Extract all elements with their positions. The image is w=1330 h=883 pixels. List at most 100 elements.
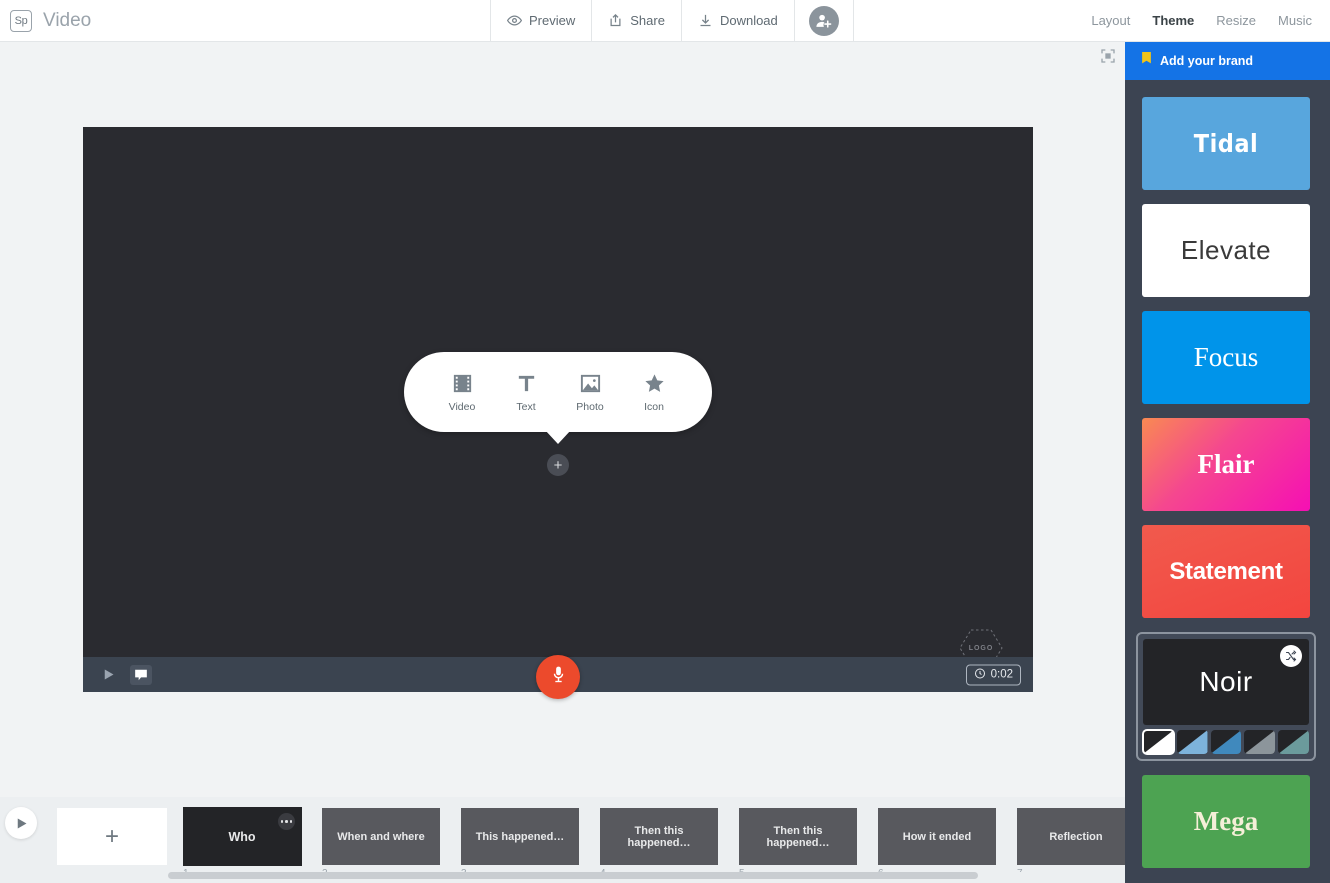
theme-panel: Add your brand Tidal Elevate Focus Flair… <box>1125 42 1330 883</box>
theme-card-statement[interactable]: Statement <box>1142 525 1310 618</box>
swatch-3[interactable] <box>1244 730 1276 754</box>
slide-thumbnail-3[interactable]: This happened… 3 <box>461 808 579 879</box>
add-person-icon <box>808 5 839 36</box>
swatch-0[interactable] <box>1142 729 1175 755</box>
download-icon <box>698 13 713 28</box>
theme-card-noir[interactable]: Noir <box>1143 639 1309 725</box>
add-text-label: Text <box>516 401 536 413</box>
film-strip-icon <box>451 371 474 395</box>
slide-thumbnail-7[interactable]: Reflection 7 <box>1017 808 1125 879</box>
tab-theme[interactable]: Theme <box>1152 13 1194 28</box>
microphone-icon <box>549 665 568 689</box>
slide-thumb-image-2: When and where <box>322 808 440 865</box>
tab-music[interactable]: Music <box>1278 13 1312 28</box>
slides-scrollbar-thumb[interactable] <box>168 872 978 879</box>
tab-layout[interactable]: Layout <box>1091 13 1130 28</box>
add-photo-label: Photo <box>576 401 604 413</box>
theme-card-mega[interactable]: Mega <box>1142 775 1310 868</box>
slide-thumb-image-5: Then this happened… <box>739 808 857 865</box>
add-media-popup: Video Text Photo Icon <box>404 352 712 432</box>
spark-logo-icon[interactable]: Sp <box>10 9 32 32</box>
theme-name-elevate: Elevate <box>1180 235 1272 265</box>
theme-name-focus: Focus <box>1193 342 1259 372</box>
record-microphone-button[interactable] <box>536 655 580 699</box>
theme-card-flair[interactable]: Flair <box>1142 418 1310 511</box>
download-button[interactable]: Download <box>680 0 794 41</box>
theme-name-flair: Flair <box>1197 449 1255 479</box>
slide-thumb-image-7: Reflection <box>1017 808 1125 865</box>
mode-tabs: Layout Theme Resize Music <box>1091 0 1330 41</box>
add-element-button[interactable]: + <box>547 454 569 476</box>
slide-canvas[interactable]: Video Text Photo Icon + LOGO 0:02 <box>83 127 1033 699</box>
swatch-4[interactable] <box>1278 730 1309 754</box>
add-slide-button[interactable]: + <box>57 808 167 865</box>
add-video-label: Video <box>448 401 476 413</box>
theme-card-tidal[interactable]: Tidal <box>1142 97 1310 190</box>
theme-card-elevate[interactable]: Elevate <box>1142 204 1310 297</box>
slide-label-4: Then this happened… <box>627 824 691 849</box>
theme-name-mega: Mega <box>1193 806 1259 836</box>
slide-thumbnail-2[interactable]: When and where 2 <box>322 808 440 879</box>
theme-name-tidal: Tidal <box>1193 129 1259 158</box>
slide-thumb-image-1: Who <box>183 807 302 866</box>
share-upload-icon <box>608 13 623 28</box>
logo-placeholder-label: LOGO <box>968 644 994 652</box>
invite-collaborator-button[interactable] <box>793 0 854 41</box>
swatch-2[interactable] <box>1210 730 1242 754</box>
slide-thumbnail-1[interactable]: Who 1 <box>183 807 302 879</box>
slide-thumb-image-6: How it ended <box>878 808 996 865</box>
app-root: Sp Video Preview Share Download Layout T… <box>0 0 1330 883</box>
theme-color-swatches <box>1142 729 1309 755</box>
add-video-option[interactable]: Video <box>430 371 494 413</box>
add-media-popup-wrap: Video Text Photo Icon + <box>83 352 1033 476</box>
slide-duration-control[interactable]: 0:02 <box>965 664 1021 685</box>
slide-thumb-image-3: This happened… <box>461 808 579 865</box>
preview-button[interactable]: Preview <box>490 0 591 41</box>
slide-label-3: This happened… <box>475 830 565 843</box>
tab-resize[interactable]: Resize <box>1216 13 1256 28</box>
slides-row: Who 1 When and where 2 This happened… 3 <box>183 797 1125 879</box>
slide-label-5: Then this happened… <box>766 824 830 849</box>
brand-area: Sp Video <box>0 0 490 41</box>
note-bubble-icon[interactable] <box>130 664 152 685</box>
slide-thumbnail-6[interactable]: How it ended 6 <box>878 808 996 879</box>
theme-name-statement: Statement <box>1169 557 1283 585</box>
slide-thumbnail-4[interactable]: Then this happened… 4 <box>600 808 718 879</box>
eye-icon <box>507 13 522 28</box>
preview-play-button[interactable] <box>5 807 37 839</box>
shuffle-icon[interactable] <box>1280 645 1302 667</box>
theme-list: Tidal Elevate Focus Flair Statement Noir <box>1125 80 1330 868</box>
preview-label: Preview <box>529 13 576 28</box>
add-your-brand-button[interactable]: Add your brand <box>1125 42 1330 80</box>
download-label: Download <box>719 13 778 28</box>
workspace: Video Text Photo Icon + LOGO 0:02 <box>0 42 1125 797</box>
slide-duration-label: 0:02 <box>990 668 1013 681</box>
slides-scroll-area: Who 1 When and where 2 This happened… 3 <box>183 797 1125 883</box>
slide-label-7: Reflection <box>1049 830 1103 843</box>
play-icon[interactable] <box>101 667 116 682</box>
slide-strip: + Who 1 When and where 2 <box>0 797 1125 883</box>
theme-card-focus[interactable]: Focus <box>1142 311 1310 404</box>
fullscreen-expand-icon[interactable] <box>1100 48 1116 64</box>
share-label: Share <box>630 13 665 28</box>
top-toolbar: Sp Video Preview Share Download Layout T… <box>0 0 1330 42</box>
slide-thumbnail-5[interactable]: Then this happened… 5 <box>739 808 857 879</box>
canvas-bottom-bar: 0:02 <box>83 655 1033 699</box>
center-actions: Preview Share Download <box>490 0 854 41</box>
photo-image-icon <box>579 371 602 395</box>
add-your-brand-label: Add your brand <box>1160 54 1254 68</box>
add-photo-option[interactable]: Photo <box>558 371 622 413</box>
slides-scrollbar[interactable] <box>168 872 1112 879</box>
slide-label-1: Who <box>228 829 256 844</box>
theme-name-noir: Noir <box>1199 666 1253 697</box>
page-title: Video <box>43 9 92 31</box>
swatch-1[interactable] <box>1176 730 1208 754</box>
slide-label-6: How it ended <box>902 830 972 843</box>
slide-label-2: When and where <box>337 830 425 843</box>
brand-badge-icon <box>1141 51 1152 71</box>
share-button[interactable]: Share <box>591 0 681 41</box>
add-icon-option[interactable]: Icon <box>622 371 686 413</box>
more-options-icon[interactable] <box>278 813 295 830</box>
add-text-option[interactable]: Text <box>494 371 558 413</box>
clock-icon <box>974 667 986 682</box>
